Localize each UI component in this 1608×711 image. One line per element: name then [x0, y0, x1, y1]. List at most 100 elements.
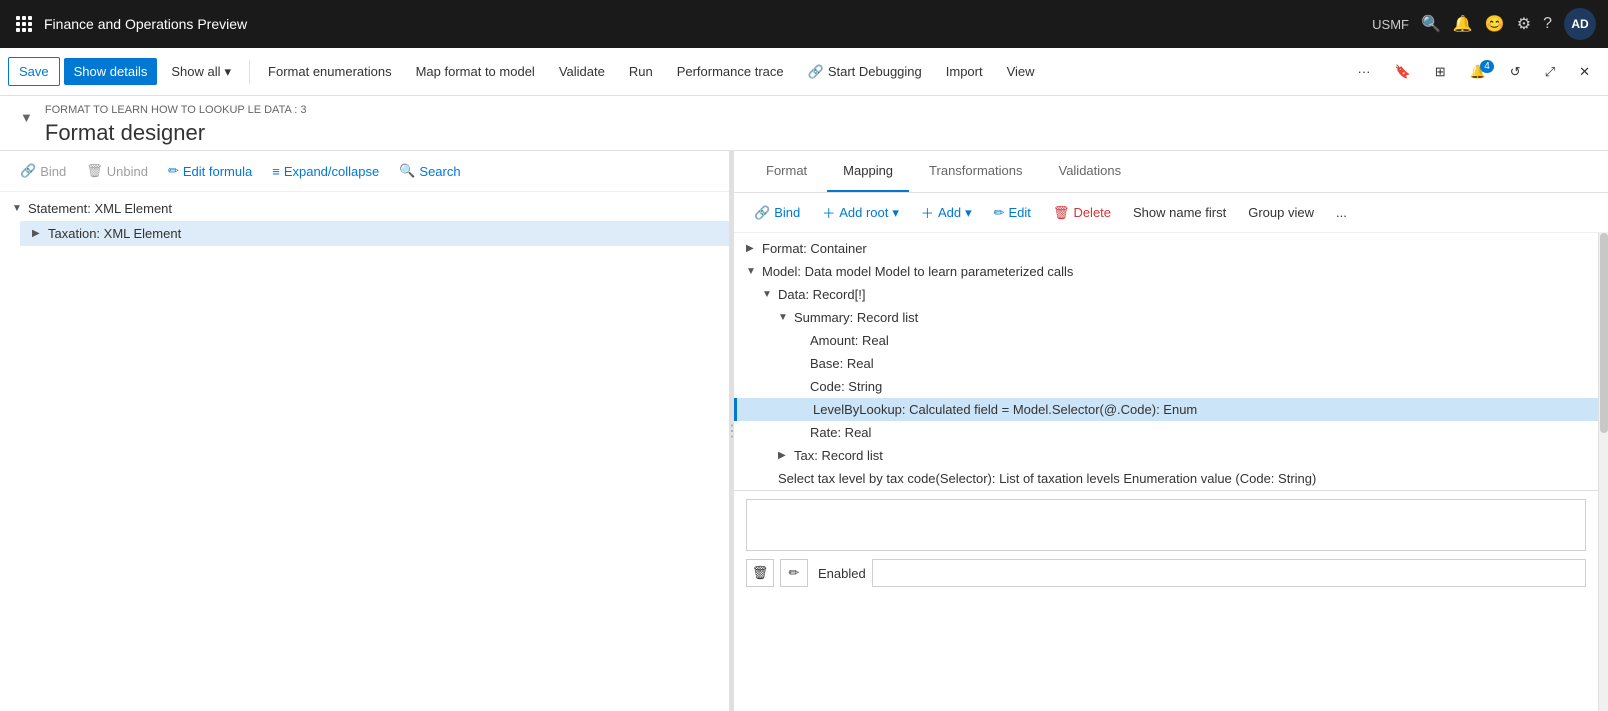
start-debugging-button[interactable]: 🔗 Start Debugging	[798, 58, 932, 86]
avatar[interactable]: AD	[1564, 8, 1596, 40]
filter-icon[interactable]: ▼	[20, 110, 33, 125]
separator-1	[249, 60, 250, 84]
search-icon[interactable]: 🔍	[1421, 14, 1441, 34]
notification-icon[interactable]: 🔔	[1453, 14, 1473, 34]
debug-icon: 🔗	[808, 64, 824, 80]
more-actions-button[interactable]: ···	[1348, 58, 1381, 85]
label-code: Code: String	[810, 379, 882, 394]
trash-icon: 🗑	[1053, 205, 1070, 221]
map-item-tax[interactable]: ▶ Tax: Record list	[734, 444, 1598, 467]
delete-button[interactable]: 🗑 Delete	[1045, 201, 1119, 225]
search-button[interactable]: 🔍 Search	[391, 159, 468, 183]
page-content: ▼ FORMAT TO LEARN HOW TO LOOKUP LE DATA …	[0, 96, 1608, 711]
enabled-row: 🗑 ✏ Enabled	[746, 559, 1586, 587]
arrow-tax: ▶	[778, 450, 790, 461]
tab-format[interactable]: Format	[750, 151, 823, 192]
map-item-code[interactable]: Code: String	[734, 375, 1598, 398]
add-root-button[interactable]: ＋ Add root ▾	[814, 199, 907, 226]
settings-icon[interactable]: ⚙	[1517, 14, 1531, 34]
scrollbar-thumb[interactable]	[1600, 233, 1608, 433]
edit-button[interactable]: ✏ Edit	[986, 201, 1039, 225]
enabled-input[interactable]	[872, 559, 1586, 587]
delete-formula-button[interactable]: 🗑	[746, 559, 774, 587]
show-details-button[interactable]: Show details	[64, 58, 158, 85]
format-enumerations-button[interactable]: Format enumerations	[258, 58, 402, 85]
edit-formula-button[interactable]: ✏ Edit formula	[160, 159, 260, 183]
map-item-levelbylookup[interactable]: LevelByLookup: Calculated field = Model.…	[734, 398, 1598, 421]
map-item-format-container[interactable]: ▶ Format: Container	[734, 237, 1598, 260]
map-bind-button[interactable]: 🔗 Bind	[746, 201, 808, 225]
import-button[interactable]: Import	[936, 58, 993, 85]
show-name-first-button[interactable]: Show name first	[1125, 201, 1234, 224]
tab-mapping[interactable]: Mapping	[827, 151, 909, 192]
left-toolbar: 🔗 Bind 🗑 Unbind ✏ Edit formula ≡ Expand/…	[0, 151, 729, 192]
save-button[interactable]: Save	[8, 57, 60, 86]
right-panel: Format Mapping Transformations Validatio…	[734, 151, 1608, 711]
show-all-button[interactable]: Show all ▾	[161, 58, 241, 86]
view-button[interactable]: View	[997, 58, 1045, 85]
run-button[interactable]: Run	[619, 58, 663, 85]
map-item-select-tax[interactable]: Select tax level by tax code(Selector): …	[734, 467, 1598, 490]
link-icon: 🔗	[754, 205, 770, 221]
map-item-base[interactable]: Base: Real	[734, 352, 1598, 375]
label-amount: Amount: Real	[810, 333, 889, 348]
label-select-tax: Select tax level by tax code(Selector): …	[778, 471, 1316, 486]
group-view-button[interactable]: Group view	[1240, 201, 1322, 224]
mapping-tree[interactable]: ▶ Format: Container ▼ Model: Data model …	[734, 233, 1598, 711]
map-format-to-model-button[interactable]: Map format to model	[406, 58, 545, 85]
scrollbar-track[interactable]	[1598, 233, 1608, 711]
close-icon[interactable]: ✕	[1569, 58, 1600, 86]
expand-icon[interactable]: ⤢	[1535, 58, 1565, 86]
app-grid-icon[interactable]	[12, 12, 36, 36]
label-levelbylookup: LevelByLookup: Calculated field = Model.…	[813, 402, 1197, 417]
user-label: USMF	[1372, 17, 1409, 32]
bookmark-icon[interactable]: 🔖	[1385, 58, 1421, 86]
top-bar-actions: USMF 🔍 🔔 😊 ⚙ ? AD	[1372, 8, 1596, 40]
plus-icon: ＋	[822, 203, 835, 222]
formula-input[interactable]	[747, 500, 1585, 550]
add-button[interactable]: ＋ Add ▾	[913, 199, 980, 226]
map-item-summary[interactable]: ▼ Summary: Record list	[734, 306, 1598, 329]
performance-trace-button[interactable]: Performance trace	[667, 58, 794, 85]
tab-transformations[interactable]: Transformations	[913, 151, 1038, 192]
chevron-down-icon: ▾	[965, 205, 972, 221]
validate-button[interactable]: Validate	[549, 58, 615, 85]
expand-collapse-button[interactable]: ≡ Expand/collapse	[264, 160, 387, 183]
unbind-button[interactable]: 🗑 Unbind	[78, 159, 156, 183]
badge-button[interactable]: 🔔4	[1460, 58, 1496, 86]
tree-item-taxation[interactable]: ▶ Taxation: XML Element	[20, 221, 729, 246]
tree-area[interactable]: ▼ Statement: XML Element ▶ Taxation: XML…	[0, 192, 729, 711]
emoji-icon[interactable]: 😊	[1485, 14, 1505, 34]
trash-icon: 🗑	[86, 163, 103, 179]
tab-validations[interactable]: Validations	[1042, 151, 1137, 192]
arrow-format: ▶	[746, 243, 758, 254]
more-mapping-button[interactable]: ...	[1328, 201, 1355, 224]
label-rate: Rate: Real	[810, 425, 871, 440]
link-icon: 🔗	[20, 163, 36, 179]
label-model: Model: Data model Model to learn paramet…	[762, 264, 1073, 279]
formula-textarea[interactable]	[746, 499, 1586, 551]
arrow-summary: ▼	[778, 312, 790, 323]
plus-icon: ＋	[921, 203, 934, 222]
tree-item-statement[interactable]: ▼ Statement: XML Element	[0, 196, 729, 221]
mapping-content: ▶ Format: Container ▼ Model: Data model …	[734, 233, 1608, 711]
label-tax: Tax: Record list	[794, 448, 883, 463]
map-item-data[interactable]: ▼ Data: Record[!]	[734, 283, 1598, 306]
main-split: 🔗 Bind 🗑 Unbind ✏ Edit formula ≡ Expand/…	[0, 151, 1608, 711]
app-title: Finance and Operations Preview	[44, 16, 1372, 32]
tree-arrow-taxation: ▶	[32, 228, 44, 239]
panel-icon[interactable]: ⊞	[1425, 58, 1456, 86]
bind-button[interactable]: 🔗 Bind	[12, 159, 74, 183]
help-icon[interactable]: ?	[1543, 15, 1552, 33]
search-icon: 🔍	[399, 163, 415, 179]
tree-label-statement: Statement: XML Element	[28, 201, 172, 216]
map-item-amount[interactable]: Amount: Real	[734, 329, 1598, 352]
map-item-rate[interactable]: Rate: Real	[734, 421, 1598, 444]
edit-formula-button[interactable]: ✏	[780, 559, 808, 587]
pencil-icon: ✏	[168, 163, 179, 179]
formula-section: 🗑 ✏ Enabled	[734, 490, 1598, 595]
top-bar: Finance and Operations Preview USMF 🔍 🔔 …	[0, 0, 1608, 48]
refresh-icon[interactable]: ↺	[1500, 58, 1531, 86]
pencil-icon: ✏	[994, 205, 1005, 221]
map-item-model[interactable]: ▼ Model: Data model Model to learn param…	[734, 260, 1598, 283]
